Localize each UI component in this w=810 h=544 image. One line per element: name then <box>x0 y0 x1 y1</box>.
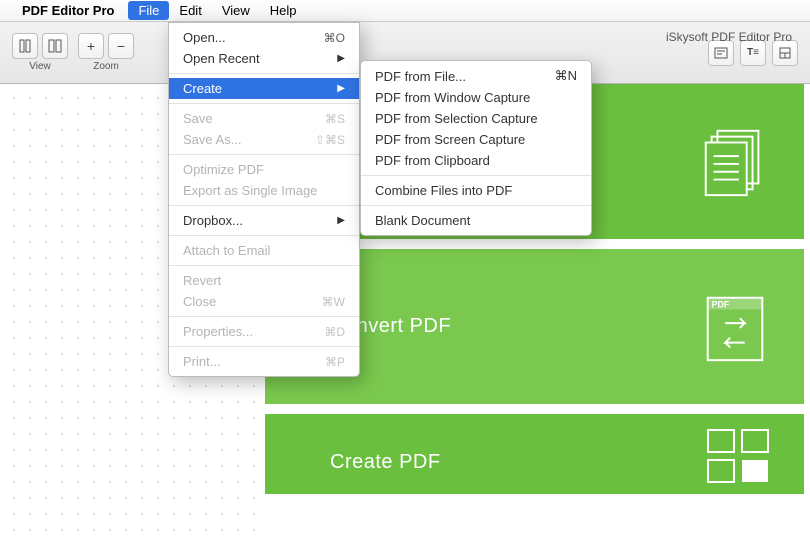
panel-create-pdf[interactable]: Create PDF <box>265 414 804 494</box>
file-menu-item: Print...⌘P <box>169 351 359 372</box>
create-submenu-item[interactable]: PDF from Screen Capture <box>361 129 591 150</box>
window-title: iSkysoft PDF Editor Pro <box>666 30 792 44</box>
file-menu-item[interactable]: Create▶ <box>169 78 359 99</box>
file-menu-item: Close⌘W <box>169 291 359 312</box>
svg-text:PDF: PDF <box>712 299 730 309</box>
two-page-button[interactable] <box>42 33 68 59</box>
create-submenu-item[interactable]: PDF from Selection Capture <box>361 108 591 129</box>
file-menu-item[interactable]: Open Recent▶ <box>169 48 359 69</box>
app-name[interactable]: PDF Editor Pro <box>22 3 114 18</box>
view-label: View <box>29 61 51 72</box>
single-page-button[interactable] <box>12 33 38 59</box>
create-submenu-item[interactable]: Combine Files into PDF <box>361 180 591 201</box>
file-menu-item: Save⌘S <box>169 108 359 129</box>
create-submenu-item[interactable]: PDF from Clipboard <box>361 150 591 171</box>
file-menu-item: Optimize PDF <box>169 159 359 180</box>
create-submenu-item[interactable]: Blank Document <box>361 210 591 231</box>
zoom-label: Zoom <box>93 61 119 72</box>
menu-help[interactable]: Help <box>260 1 307 20</box>
convert-icon: PDF <box>696 287 774 367</box>
menu-file[interactable]: File <box>128 1 169 20</box>
menu-view[interactable]: View <box>212 1 260 20</box>
file-dropdown: Open...⌘OOpen Recent▶ Create▶ Save⌘SSave A… <box>168 22 360 377</box>
edit-doc-icon <box>696 122 774 202</box>
file-menu-item: Revert <box>169 270 359 291</box>
file-menu-item: Save As...⇧⌘S <box>169 129 359 150</box>
panel-title: Create PDF <box>330 451 441 474</box>
file-menu-item: Attach to Email <box>169 240 359 261</box>
view-group: View <box>12 33 68 72</box>
file-menu-item[interactable]: Open...⌘O <box>169 27 359 48</box>
menu-edit[interactable]: Edit <box>169 1 211 20</box>
file-menu-item: Properties...⌘D <box>169 321 359 342</box>
create-submenu-item[interactable]: PDF from File...⌘N <box>361 65 591 87</box>
menubar: PDF Editor Pro File Edit View Help <box>0 0 810 22</box>
file-menu-item[interactable]: Dropbox...▶ <box>169 210 359 231</box>
create-submenu: PDF from File...⌘NPDF from Window Captur… <box>360 60 592 236</box>
file-menu-item: Export as Single Image <box>169 180 359 201</box>
zoom-group: + − Zoom <box>78 33 134 72</box>
create-submenu-item[interactable]: PDF from Window Capture <box>361 87 591 108</box>
create-grid-icon <box>704 426 774 486</box>
zoom-out-button[interactable]: − <box>108 33 134 59</box>
zoom-in-button[interactable]: + <box>78 33 104 59</box>
